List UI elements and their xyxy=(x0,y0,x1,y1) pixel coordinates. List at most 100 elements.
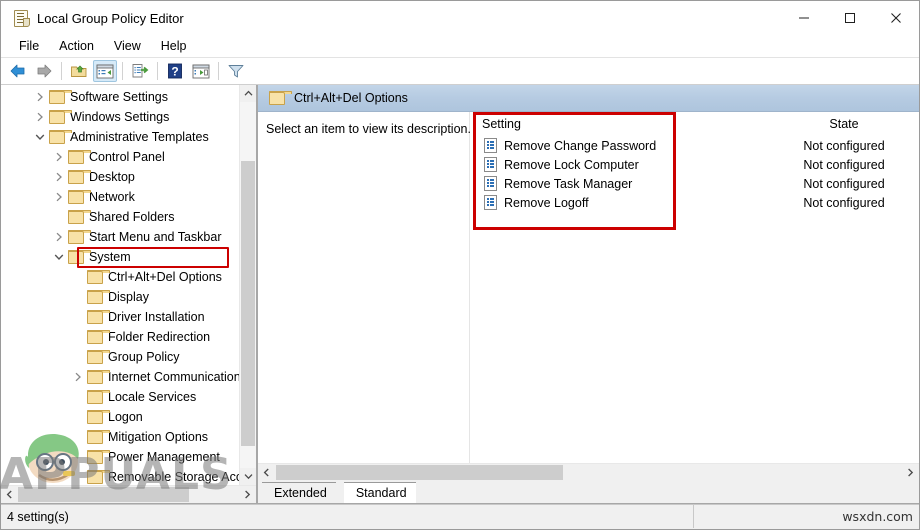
tree-item[interactable]: Internet Communication xyxy=(1,367,241,387)
tree-item[interactable]: Removable Storage Acces xyxy=(1,467,255,485)
local-group-policy-editor-window: Local Group Policy Editor File Action Vi… xyxy=(0,0,920,530)
column-header-state[interactable]: State xyxy=(789,112,899,136)
settings-list: Remove Change Password Not configured Remo… xyxy=(470,136,919,463)
settings-list-column: Setting State Remove Change Password Not … xyxy=(470,112,919,463)
tree-item[interactable]: Ctrl+Alt+Del Options xyxy=(1,267,239,287)
tree-horizontal-scrollbar[interactable] xyxy=(1,485,256,503)
tree-item[interactable]: Administrative Templates xyxy=(1,127,239,147)
pane-title: Ctrl+Alt+Del Options xyxy=(294,91,408,105)
tree-item[interactable]: Locale Services xyxy=(1,387,239,407)
minimize-button[interactable] xyxy=(781,1,827,35)
menu-file[interactable]: File xyxy=(9,37,49,55)
status-right-section: wsxdn.com xyxy=(693,505,919,528)
tree-item[interactable]: Control Panel xyxy=(1,147,239,167)
list-hscroll-thumb[interactable] xyxy=(276,465,563,480)
scroll-right-arrow-icon[interactable] xyxy=(239,486,256,502)
list-scroll-left-arrow-icon[interactable] xyxy=(258,464,275,480)
tree-item[interactable]: Driver Installation xyxy=(1,307,239,327)
console-tree-pane: Software Settings Windows Settings Adminis… xyxy=(0,85,257,504)
menu-view[interactable]: View xyxy=(104,37,151,55)
tree-item-label: Administrative Templates xyxy=(70,130,209,144)
pane-header: Ctrl+Alt+Del Options xyxy=(258,85,919,112)
tree-item-label: Ctrl+Alt+Del Options xyxy=(108,270,222,284)
tree-item[interactable]: System xyxy=(1,247,239,267)
close-button[interactable] xyxy=(873,1,919,35)
toolbar: ? xyxy=(1,57,919,85)
tree-item-label: Logon xyxy=(108,410,143,424)
menu-help[interactable]: Help xyxy=(151,37,197,55)
toolbar-separator xyxy=(61,62,62,80)
chevron-right-icon[interactable] xyxy=(51,189,67,205)
chevron-right-icon[interactable] xyxy=(32,109,48,125)
chevron-right-icon[interactable] xyxy=(51,149,67,165)
chevron-right-icon[interactable] xyxy=(32,89,48,105)
list-horizontal-scrollbar[interactable] xyxy=(258,463,919,481)
tree-hscroll-thumb[interactable] xyxy=(18,487,189,502)
folder-icon xyxy=(48,129,72,145)
tree-item[interactable]: Group Policy xyxy=(1,347,239,367)
tree-scroll-thumb[interactable] xyxy=(241,161,255,446)
list-header: Setting State xyxy=(470,112,919,136)
tree-item[interactable]: Display xyxy=(1,287,239,307)
scroll-up-arrow-icon[interactable] xyxy=(240,85,256,102)
menu-bar: File Action View Help xyxy=(1,35,919,57)
show-properties-icon[interactable] xyxy=(189,60,213,82)
scroll-down-arrow-icon[interactable] xyxy=(240,468,256,485)
help-icon[interactable]: ? xyxy=(163,60,187,82)
menu-action[interactable]: Action xyxy=(49,37,104,55)
tree-item[interactable]: Network xyxy=(1,187,239,207)
scroll-left-arrow-icon[interactable] xyxy=(1,486,18,502)
view-tabstrip: Extended Standard xyxy=(258,481,919,504)
tree-item[interactable]: Software Settings xyxy=(1,87,239,107)
tree-item[interactable]: Start Menu and Taskbar xyxy=(1,227,239,247)
description-text: Select an item to view its description. xyxy=(266,122,471,136)
list-scroll-right-arrow-icon[interactable] xyxy=(902,464,919,480)
table-row[interactable]: Remove Lock Computer Not configured xyxy=(470,155,919,174)
tree-item-label: Windows Settings xyxy=(70,110,170,124)
tree-item[interactable]: Logon xyxy=(1,407,239,427)
maximize-button[interactable] xyxy=(827,1,873,35)
settings-pane: Ctrl+Alt+Del Options Select an item to v… xyxy=(257,85,919,504)
tab-standard[interactable]: Standard xyxy=(342,482,431,504)
folder-icon xyxy=(67,249,91,265)
tree-item-label: Group Policy xyxy=(108,350,180,364)
toolbar-separator xyxy=(218,62,219,80)
chevron-right-icon[interactable] xyxy=(51,229,67,245)
tree-item[interactable]: Mitigation Options xyxy=(1,427,239,447)
table-row[interactable]: Remove Logoff Not configured xyxy=(470,193,919,212)
back-icon[interactable] xyxy=(6,60,30,82)
tree-item-label: Driver Installation xyxy=(108,310,205,324)
table-row[interactable]: Remove Task Manager Not configured xyxy=(470,174,919,193)
tree-vertical-scrollbar[interactable] xyxy=(239,85,256,485)
chevron-right-icon[interactable] xyxy=(70,369,86,385)
show-hide-tree-icon[interactable] xyxy=(93,60,117,82)
table-row[interactable]: Remove Change Password Not configured xyxy=(470,136,919,155)
forward-icon[interactable] xyxy=(32,60,56,82)
tree-item[interactable]: Windows Settings xyxy=(1,107,239,127)
chevron-down-icon[interactable] xyxy=(51,249,67,265)
setting-state: Not configured xyxy=(803,176,885,191)
tree-item-label: Software Settings xyxy=(70,90,168,104)
site-watermark-text: wsxdn.com xyxy=(842,509,913,524)
setting-name: Remove Change Password xyxy=(504,138,657,153)
tree-item[interactable]: Folder Redirection xyxy=(1,327,239,347)
tab-extended[interactable]: Extended xyxy=(261,482,351,504)
chevron-right-icon[interactable] xyxy=(51,169,67,185)
up-folder-icon[interactable] xyxy=(67,60,91,82)
tree-item[interactable]: Power Management xyxy=(1,447,239,467)
export-list-icon[interactable] xyxy=(128,60,152,82)
tree-item[interactable]: Desktop xyxy=(1,167,239,187)
column-header-setting[interactable]: Setting xyxy=(470,117,521,131)
tree-item[interactable]: Shared Folders xyxy=(1,207,239,227)
tree-item-label: Start Menu and Taskbar xyxy=(89,230,222,244)
folder-icon xyxy=(86,449,110,465)
description-column: Select an item to view its description. xyxy=(258,112,471,463)
window-controls xyxy=(781,1,919,35)
toolbar-separator xyxy=(122,62,123,80)
chevron-down-icon[interactable] xyxy=(32,129,48,145)
filter-icon[interactable] xyxy=(224,60,248,82)
folder-icon xyxy=(67,189,91,205)
